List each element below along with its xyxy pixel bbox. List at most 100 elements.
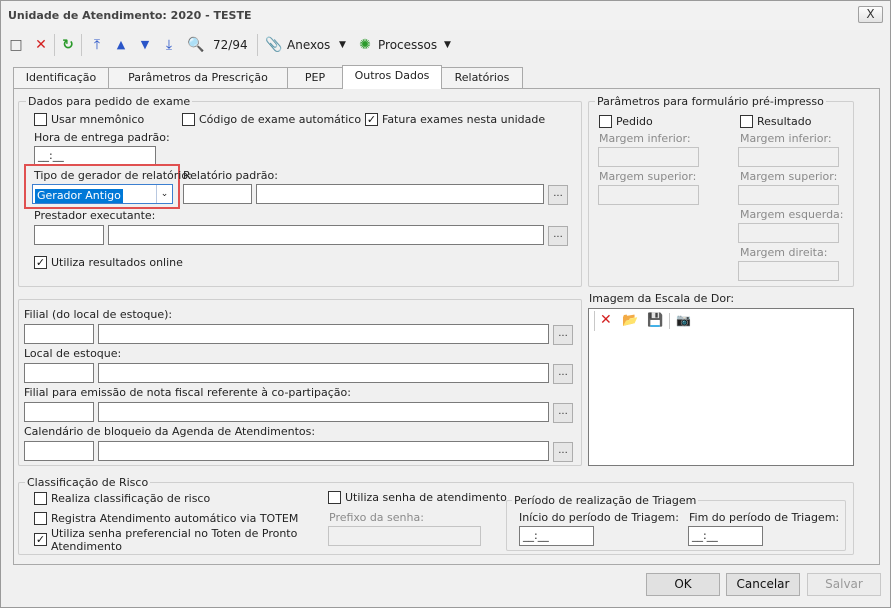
open-folder-icon[interactable]: 📂 bbox=[622, 313, 638, 328]
triage-start-label: Início do período de Triagem: bbox=[519, 511, 679, 524]
executor-code-input[interactable] bbox=[34, 225, 104, 245]
online-results-checkbox[interactable]: ✓ bbox=[34, 256, 47, 269]
auto-exam-code-checkbox[interactable] bbox=[182, 113, 195, 126]
toolbar-separator bbox=[257, 34, 258, 56]
result-top-margin-input[interactable] bbox=[738, 185, 839, 205]
password-prefix-label: Prefixo da senha: bbox=[329, 511, 424, 524]
default-report-lookup-button[interactable]: ... bbox=[548, 185, 568, 205]
report-generator-value: Gerador Antigo bbox=[35, 189, 123, 203]
calendar-name-input[interactable] bbox=[98, 441, 549, 461]
password-prefix-input[interactable] bbox=[328, 526, 481, 546]
risk-classification-checkbox[interactable] bbox=[34, 492, 47, 505]
delete-image-icon[interactable]: ✕ bbox=[600, 312, 612, 328]
delete-icon[interactable]: ✕ bbox=[32, 36, 50, 54]
toolbar-separator bbox=[81, 34, 82, 56]
order-top-margin-input[interactable] bbox=[598, 185, 699, 205]
result-left-margin-label: Margem esquerda: bbox=[740, 208, 844, 221]
tab-relatorios[interactable]: Relatórios bbox=[441, 67, 523, 88]
calendar-code-input[interactable] bbox=[24, 441, 94, 461]
processes-menu[interactable]: Processos bbox=[378, 34, 437, 56]
title-bar: Unidade de Atendimento: 2020 - TESTE X bbox=[1, 1, 890, 30]
use-password-label: Utiliza senha de atendimento bbox=[345, 491, 507, 504]
preferential-password-checkbox[interactable]: ✓ bbox=[34, 533, 47, 546]
executor-name-input[interactable] bbox=[108, 225, 544, 245]
default-report-label: Relatório padrão: bbox=[183, 169, 278, 182]
order-top-margin-label: Margem superior: bbox=[599, 170, 697, 183]
close-button[interactable]: X bbox=[858, 6, 883, 23]
branch-lookup-button[interactable]: ... bbox=[553, 325, 573, 345]
triage-period-title: Período de realização de Triagem bbox=[512, 494, 699, 507]
triage-start-input[interactable]: __:__ bbox=[519, 526, 594, 546]
order-bottom-margin-input[interactable] bbox=[598, 147, 699, 167]
result-bottom-margin-label: Margem inferior: bbox=[740, 132, 832, 145]
report-generator-label: Tipo de gerador de relatório: bbox=[34, 169, 192, 182]
tab-identificacao[interactable]: Identificação bbox=[13, 67, 109, 88]
image-toolbar-grip bbox=[594, 311, 595, 331]
tab-outros-dados[interactable]: Outros Dados bbox=[342, 65, 442, 89]
branch-code-input[interactable] bbox=[24, 324, 94, 344]
stock-location-code-input[interactable] bbox=[24, 363, 94, 383]
toolbar-separator bbox=[54, 34, 55, 56]
invoice-branch-lookup-button[interactable]: ... bbox=[553, 403, 573, 423]
bill-exams-checkbox[interactable]: ✓ bbox=[365, 113, 378, 126]
invoice-branch-name-input[interactable] bbox=[98, 402, 549, 422]
auto-exam-code-label: Código de exame automático bbox=[199, 113, 362, 126]
chevron-down-icon[interactable]: ⌄ bbox=[156, 185, 172, 203]
default-report-name-input[interactable] bbox=[256, 184, 544, 204]
use-mnemonic-checkbox[interactable] bbox=[34, 113, 47, 126]
branch-name-input[interactable] bbox=[98, 324, 549, 344]
bill-exams-label: Fatura exames nesta unidade bbox=[382, 113, 546, 126]
preferential-password-line2: Atendimento bbox=[51, 540, 122, 553]
window-title: Unidade de Atendimento: 2020 - TESTE bbox=[8, 9, 252, 22]
default-report-code-input[interactable] bbox=[183, 184, 252, 204]
new-record-icon[interactable]: □ bbox=[7, 36, 25, 54]
attachments-icon: 📎 bbox=[265, 37, 283, 53]
triage-end-input[interactable]: __:__ bbox=[688, 526, 763, 546]
executor-label: Prestador executante: bbox=[34, 209, 156, 222]
next-record-icon[interactable]: ▼ bbox=[136, 36, 154, 54]
ok-button[interactable]: OK bbox=[646, 573, 720, 596]
order-label: Pedido bbox=[616, 115, 653, 128]
result-label: Resultado bbox=[757, 115, 812, 128]
pain-scale-image-box[interactable] bbox=[588, 308, 854, 466]
webcam-icon[interactable]: 📷 bbox=[676, 313, 691, 327]
branch-label: Filial (do local de estoque): bbox=[24, 308, 173, 321]
save-button[interactable]: Salvar bbox=[807, 573, 881, 596]
stock-location-name-input[interactable] bbox=[98, 363, 549, 383]
previous-record-icon[interactable]: ▲ bbox=[112, 36, 130, 54]
use-password-checkbox[interactable] bbox=[328, 491, 341, 504]
result-checkbox[interactable] bbox=[740, 115, 753, 128]
result-right-margin-label: Margem direita: bbox=[740, 246, 828, 259]
goto-record-icon[interactable]: 🔍 bbox=[187, 36, 205, 54]
executor-lookup-button[interactable]: ... bbox=[548, 226, 568, 246]
result-left-margin-input[interactable] bbox=[738, 223, 839, 243]
tab-parametros-prescricao[interactable]: Parâmetros da Prescrição bbox=[108, 67, 288, 88]
register-totem-checkbox[interactable] bbox=[34, 512, 47, 525]
cancel-button[interactable]: Cancelar bbox=[726, 573, 800, 596]
delivery-time-label: Hora de entrega padrão: bbox=[34, 131, 170, 144]
last-record-icon[interactable]: ⤓ bbox=[160, 36, 178, 54]
invoice-branch-code-input[interactable] bbox=[24, 402, 94, 422]
risk-classification-label: Realiza classificação de risco bbox=[51, 492, 211, 505]
attachments-dropdown-icon[interactable]: ▼ bbox=[339, 34, 346, 56]
stock-location-lookup-button[interactable]: ... bbox=[553, 364, 573, 384]
processes-icon: ✺ bbox=[359, 37, 371, 53]
save-image-icon[interactable]: 💾 bbox=[647, 313, 663, 328]
tab-pep[interactable]: PEP bbox=[287, 67, 343, 88]
delivery-time-input[interactable]: __:__ bbox=[34, 146, 156, 166]
processes-dropdown-icon[interactable]: ▼ bbox=[444, 34, 451, 56]
result-top-margin-label: Margem superior: bbox=[740, 170, 838, 183]
risk-group-title: Classificação de Risco bbox=[25, 476, 151, 489]
record-counter: 72/94 bbox=[213, 38, 248, 52]
report-generator-select[interactable]: Gerador Antigo bbox=[32, 184, 173, 204]
preferential-password-label: Utiliza senha preferencial no Toten de P… bbox=[51, 527, 297, 553]
result-bottom-margin-input[interactable] bbox=[738, 147, 839, 167]
refresh-icon[interactable]: ↻ bbox=[59, 36, 77, 54]
result-right-margin-input[interactable] bbox=[738, 261, 839, 281]
online-results-label: Utiliza resultados online bbox=[51, 256, 183, 269]
attachments-menu[interactable]: Anexos bbox=[287, 34, 330, 56]
calendar-lookup-button[interactable]: ... bbox=[553, 442, 573, 462]
image-toolbar-separator bbox=[669, 313, 670, 329]
order-checkbox[interactable] bbox=[599, 115, 612, 128]
first-record-icon[interactable]: ⤒ bbox=[88, 36, 106, 54]
